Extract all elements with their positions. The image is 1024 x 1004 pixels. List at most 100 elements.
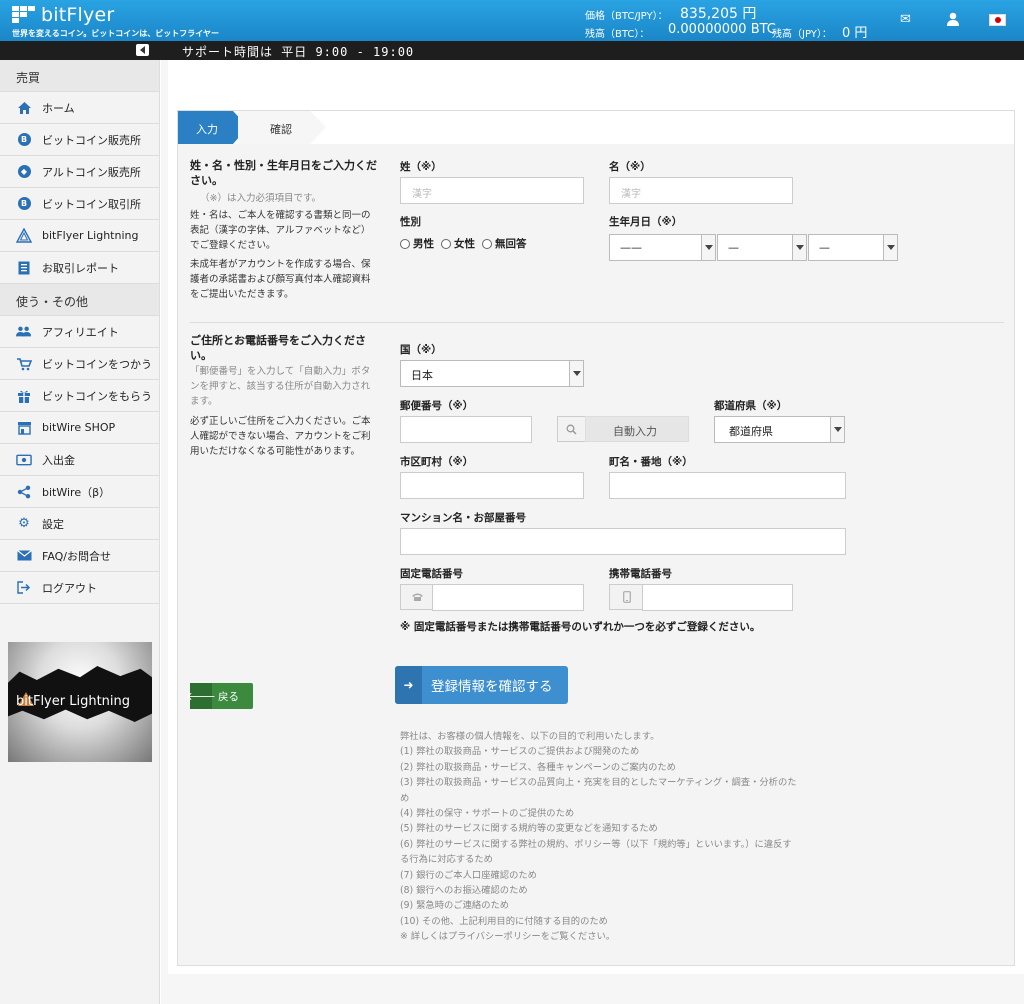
sidebar-item-bitwire-shop[interactable]: bitWire SHOP <box>0 412 159 444</box>
chevron-down-icon <box>830 417 844 442</box>
first-name-input[interactable]: 漢字 <box>609 177 793 204</box>
privacy-item: (6) 弊社のサービスに関する弊社の規約、ポリシー等（以下「規約等」といいます。… <box>400 838 792 866</box>
share-icon <box>16 484 32 500</box>
building-input[interactable] <box>400 528 846 555</box>
chevron-down-icon <box>701 235 715 260</box>
lightning-banner[interactable]: bitFlyer Lightning <box>8 642 152 762</box>
section2-desc2: 必ず正しいご住所をご入力ください。ご本人確認ができない場合、アカウントをご利用い… <box>190 416 371 457</box>
sidebar-item-lightning[interactable]: bitFlyer Lightning <box>0 220 159 252</box>
mobile-label: 携帯電話番号 <box>609 568 672 580</box>
chevron-down-icon <box>883 235 897 260</box>
banner-text: bitFlyer Lightning <box>16 694 131 709</box>
select-value: — <box>819 241 830 254</box>
user-icon[interactable] <box>946 12 960 30</box>
sidebar-item-label: bitFlyer Lightning <box>42 229 139 242</box>
sidebar-item-faq[interactable]: FAQ/お問合せ <box>0 540 159 572</box>
mail-icon <box>16 548 32 564</box>
first-name-label: 名（※） <box>609 161 651 173</box>
sidebar-item-label: 入出金 <box>42 453 75 467</box>
sidebar-item-label: ログアウト <box>42 581 97 595</box>
confirm-registration-button[interactable]: ➜ 登録情報を確認する <box>395 666 568 704</box>
balance-jpy-value: 0 円 <box>842 26 868 41</box>
birthdate-label: 生年月日（※） <box>609 216 683 228</box>
country-select[interactable]: 日本 <box>400 360 584 387</box>
sidebar-item-deposit[interactable]: 入出金 <box>0 444 159 476</box>
privacy-notice: 弊社は、お客様の個人情報を、以下の目的で利用いたします。 (1) 弊社の取扱商品… <box>400 729 800 945</box>
gender-radio-female[interactable]: 女性 <box>441 236 475 251</box>
gift-icon <box>16 388 32 404</box>
landline-label: 固定電話番号 <box>400 568 463 580</box>
building-label: マンション名・お部屋番号 <box>400 512 526 524</box>
landline-input[interactable] <box>432 584 584 611</box>
price-label: 価格（BTC/JPY）： <box>585 11 668 22</box>
privacy-item: (1) 弊社の取扱商品・サービスのご提供および開発のため <box>400 746 640 758</box>
sidebar-item-label: アフィリエイト <box>42 325 119 339</box>
privacy-item: (8) 銀行へのお振込確認のため <box>400 885 528 897</box>
japan-flag-icon[interactable] <box>989 14 1006 26</box>
birth-month-select[interactable]: — <box>717 234 807 261</box>
sidebar-item-label: ビットコイン販売所 <box>42 133 141 147</box>
sidebar-item-label: アルトコイン販売所 <box>42 165 141 179</box>
section1-desc1: 姓・名は、ご本人を確認する書類と同一の表記（漢字の字体、アルファベットなど）でご… <box>190 210 371 251</box>
prefecture-select[interactable]: 都道府県 <box>714 416 845 443</box>
gender-radio-none[interactable]: 無回答 <box>482 236 527 251</box>
privacy-item: (4) 弊社の保守・サポートのご提供のため <box>400 808 575 820</box>
shop-icon <box>16 420 32 436</box>
select-value: —— <box>620 241 642 254</box>
birth-year-select[interactable]: —— <box>609 234 716 261</box>
privacy-item: (9) 緊急時のご連絡のため <box>400 900 510 912</box>
last-name-input[interactable]: 漢字 <box>400 177 584 204</box>
sidebar-item-logout[interactable]: ログアウト <box>0 572 159 604</box>
back-button[interactable]: 🡐 戻る <box>186 683 253 709</box>
required-note: （※）は入力必須項目です。 <box>200 193 322 204</box>
radio-circle-icon <box>400 238 410 249</box>
sidebar-item-bitwire[interactable]: bitWire（β） <box>0 476 159 508</box>
street-label: 町名・番地（※） <box>609 456 693 468</box>
bitcoin-icon: B <box>16 132 32 148</box>
radio-circle-icon <box>482 238 492 249</box>
mail-icon[interactable]: ✉ <box>900 12 911 27</box>
sidebar: 売買 ホーム B ビットコイン販売所 ◆ アルトコイン販売所 B ビットコイン取… <box>0 60 160 1004</box>
cart-icon <box>16 356 32 372</box>
sidebar-item-label: bitWire SHOP <box>42 421 116 434</box>
gender-radio-male[interactable]: 男性 <box>400 236 434 251</box>
support-hours: サポート時間は 平日 9:00 - 19:00 <box>182 45 415 59</box>
sidebar-section-other: 使う・その他 <box>0 284 159 316</box>
privacy-policy-link[interactable]: ※ 詳しくはプライバシーポリシーをご覧ください。 <box>400 929 800 944</box>
sidebar-item-use-bitcoin[interactable]: ビットコインをつかう <box>0 348 159 380</box>
section1-desc2: 未成年者がアカウントを作成する場合、保護者の承諾書および顔写真付本人確認資料をご… <box>190 259 371 300</box>
section1-title: 姓・名・性別・生年月日をご入力ください。 <box>190 159 377 187</box>
gender-option-label: 女性 <box>454 238 475 250</box>
top-header: bitFlyer 世界を変えるコイン。ビットコインは、ビットフライヤー 価格（B… <box>0 0 1024 41</box>
sidebar-item-affiliate[interactable]: アフィリエイト <box>0 316 159 348</box>
sidebar-item-altcoin-shop[interactable]: ◆ アルトコイン販売所 <box>0 156 159 188</box>
sidebar-item-home[interactable]: ホーム <box>0 92 159 124</box>
gender-label: 性別 <box>400 216 421 228</box>
city-input[interactable] <box>400 472 584 499</box>
sidebar-item-bitcoin-shop[interactable]: B ビットコイン販売所 <box>0 124 159 156</box>
ethereum-icon: ◆ <box>16 164 32 180</box>
mobile-input[interactable] <box>642 584 793 611</box>
last-name-label: 姓（※） <box>400 161 442 173</box>
birth-day-select[interactable]: — <box>808 234 898 261</box>
sidebar-item-label: bitWire（β） <box>42 485 111 499</box>
postal-code-input[interactable] <box>400 416 532 443</box>
sidebar-item-bitcoin-exchange[interactable]: B ビットコイン取引所 <box>0 188 159 220</box>
sidebar-collapse-button[interactable] <box>136 44 149 56</box>
sidebar-item-label: ホーム <box>42 101 75 115</box>
sidebar-item-get-bitcoin[interactable]: ビットコインをもらう <box>0 380 159 412</box>
sidebar-item-settings[interactable]: ⚙ 設定 <box>0 508 159 540</box>
bitcoin-icon: B <box>16 196 32 212</box>
mobile-phone-icon <box>609 584 643 610</box>
auto-fill-button[interactable]: 自動入力 <box>585 416 689 442</box>
sidebar-item-report[interactable]: お取引レポート <box>0 252 159 284</box>
street-input[interactable] <box>609 472 846 499</box>
arrow-right-icon: ➜ <box>395 666 422 704</box>
home-icon <box>16 100 32 116</box>
logout-icon <box>16 580 32 596</box>
money-icon <box>16 452 32 468</box>
sidebar-section-trade: 売買 <box>0 60 159 92</box>
privacy-item: (7) 銀行のご本人口座確認のため <box>400 869 537 881</box>
sidebar-item-label: お取引レポート <box>42 261 119 275</box>
logo[interactable]: bitFlyer <box>12 4 114 26</box>
